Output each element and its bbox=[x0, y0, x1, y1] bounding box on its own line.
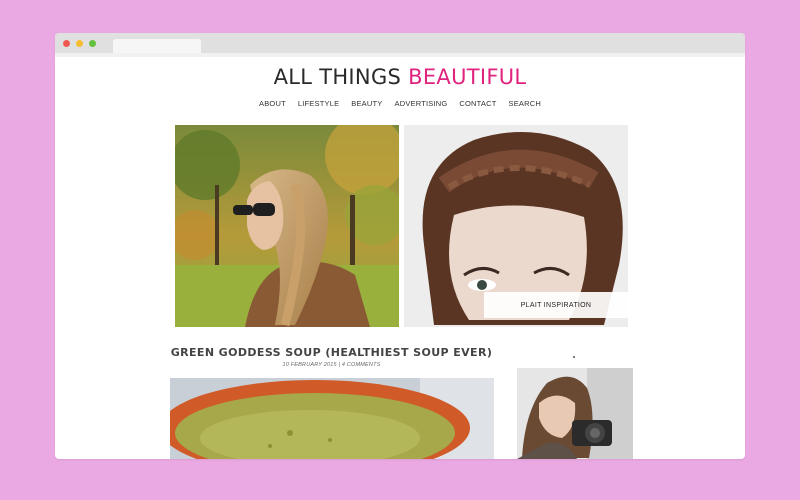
browser-chrome-bar bbox=[55, 33, 745, 53]
hero-caption[interactable]: PLAIT INSPIRATION bbox=[484, 292, 628, 318]
site-title[interactable]: ALL THINGS BEAUTIFUL bbox=[55, 65, 745, 89]
site-title-accent: BEAUTIFUL bbox=[408, 65, 527, 89]
woman-braid-sunglasses-photo bbox=[175, 125, 399, 327]
nav-item-search[interactable]: SEARCH bbox=[509, 99, 541, 108]
maximize-window-icon[interactable] bbox=[89, 40, 96, 47]
hero-image-braid-sunglasses[interactable] bbox=[175, 125, 399, 327]
sidebar-image-camera[interactable] bbox=[517, 368, 633, 459]
browser-address-strip bbox=[55, 53, 745, 57]
post-title[interactable]: GREEN GODDESS SOUP (HEALTHIEST SOUP EVER… bbox=[165, 346, 498, 359]
site-title-main: ALL THINGS bbox=[273, 65, 409, 89]
woman-camera-photo bbox=[517, 368, 633, 459]
sidebar-dot bbox=[573, 356, 575, 358]
nav-item-contact[interactable]: CONTACT bbox=[459, 99, 496, 108]
close-window-icon[interactable] bbox=[63, 40, 70, 47]
post-meta: 10 FEBRUARY 2015 | 4 COMMENTS bbox=[282, 362, 381, 368]
nav-item-lifestyle[interactable]: LIFESTYLE bbox=[298, 99, 339, 108]
nav-item-advertising[interactable]: ADVERTISING bbox=[395, 99, 448, 108]
post-image-green-soup[interactable] bbox=[170, 378, 494, 459]
main-nav: ABOUT LIFESTYLE BEAUTY ADVERTISING CONTA… bbox=[55, 99, 745, 108]
browser-tab[interactable] bbox=[113, 39, 201, 53]
nav-item-about[interactable]: ABOUT bbox=[259, 99, 286, 108]
minimize-window-icon[interactable] bbox=[76, 40, 83, 47]
green-soup-bowl-photo bbox=[170, 378, 494, 459]
browser-window: ALL THINGS BEAUTIFUL ABOUT LIFESTYLE BEA… bbox=[55, 33, 745, 459]
nav-item-beauty[interactable]: BEAUTY bbox=[351, 99, 382, 108]
